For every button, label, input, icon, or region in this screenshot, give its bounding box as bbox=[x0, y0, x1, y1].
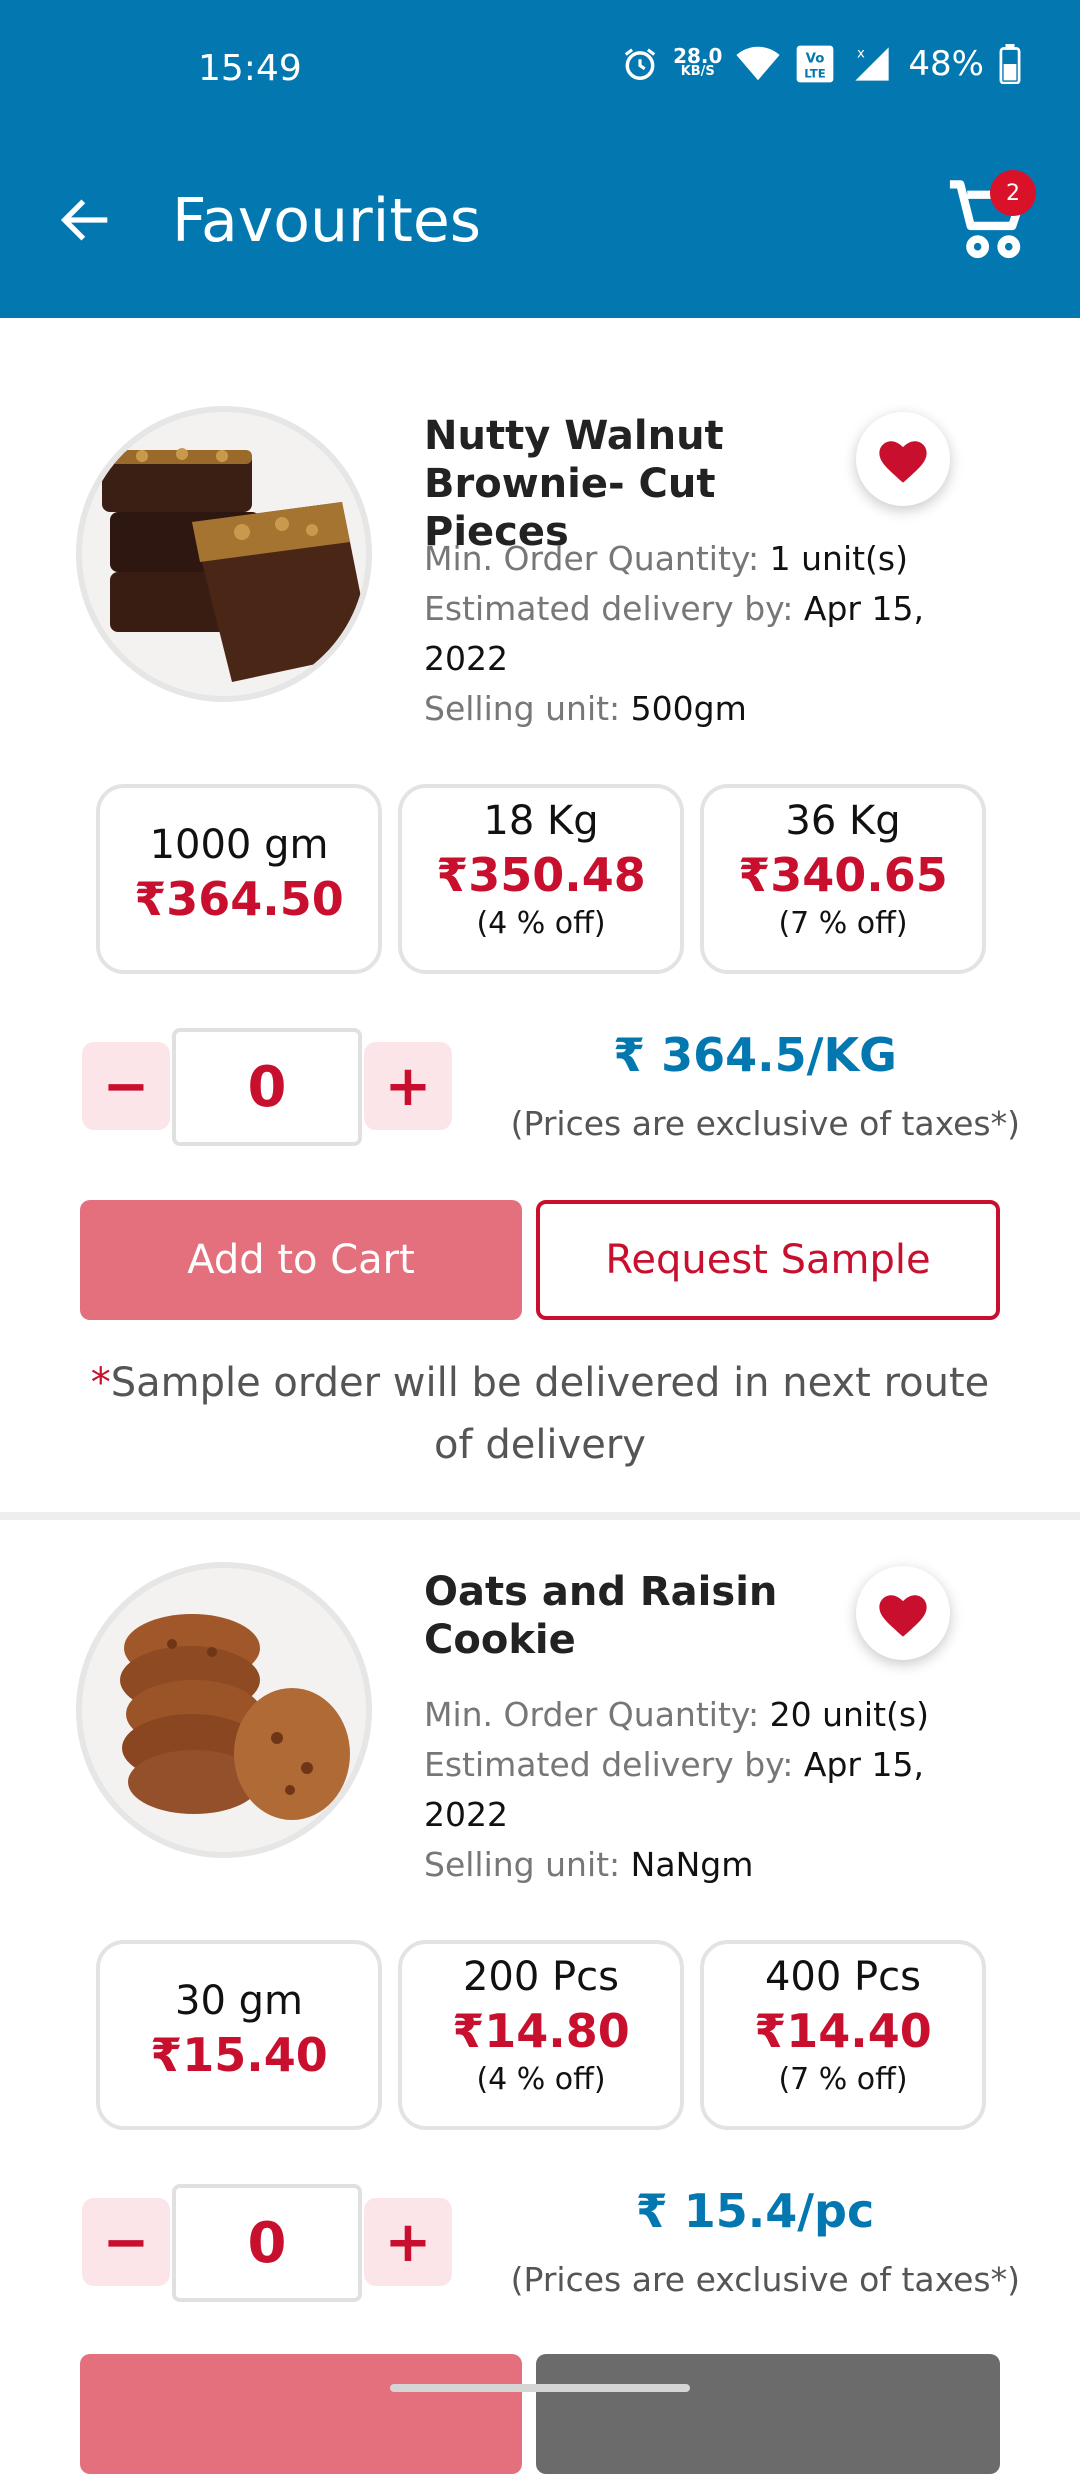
sample-note-text: Sample order will be delivered in next r… bbox=[110, 1360, 990, 1468]
app-bar: Favourites 2 bbox=[0, 140, 1080, 318]
tax-note: (Prices are exclusive of taxes*) bbox=[510, 2260, 1020, 2299]
volte-icon: VoLTE bbox=[797, 45, 834, 83]
product-image bbox=[76, 406, 372, 702]
alarm-icon bbox=[624, 48, 656, 80]
request-sample-button[interactable] bbox=[536, 2354, 1000, 2474]
request-sample-button[interactable]: Request Sample bbox=[536, 1200, 1000, 1320]
quantity-input[interactable]: 0 bbox=[172, 2184, 362, 2302]
selling-unit-row: Selling unit: NaNgm bbox=[424, 1840, 984, 1890]
price-tier[interactable]: 400 Pcs ₹14.40 (7 % off) bbox=[700, 1940, 986, 2130]
wifi-icon bbox=[736, 46, 781, 81]
back-arrow-icon[interactable] bbox=[54, 188, 118, 252]
min-order-value: 1 unit(s) bbox=[769, 539, 908, 578]
tier-price: ₹340.65 bbox=[738, 848, 948, 902]
tier-quantity: 18 Kg bbox=[483, 798, 599, 844]
brownie-image bbox=[102, 448, 366, 682]
favourite-button[interactable] bbox=[856, 1566, 950, 1660]
increment-button[interactable]: + bbox=[364, 1042, 452, 1130]
tier-price: ₹14.40 bbox=[754, 2004, 932, 2058]
tier-quantity: 30 gm bbox=[175, 1978, 303, 2024]
gesture-home-bar[interactable] bbox=[390, 2384, 690, 2392]
add-to-cart-button[interactable]: Add to Cart bbox=[80, 1200, 522, 1320]
selling-unit-value: NaNgm bbox=[630, 1845, 754, 1884]
status-bar: 15:49 28.0 KB/S Vo LTE x 48% bbox=[0, 0, 1080, 140]
tier-discount: (4 % off) bbox=[476, 906, 606, 941]
product-details: Min. Order Quantity: 20 unit(s) Estimate… bbox=[424, 1690, 984, 1890]
selling-unit-label: Selling unit: bbox=[424, 689, 621, 728]
battery-icon bbox=[999, 44, 1021, 84]
tier-quantity: 200 Pcs bbox=[462, 1954, 619, 2000]
product-card: Nutty Walnut Brownie- Cut Pieces Min. Or… bbox=[0, 318, 1080, 1508]
unit-price: ₹ 364.5/KG bbox=[613, 1028, 897, 1082]
card-divider bbox=[0, 1512, 1080, 1520]
product-details: Min. Order Quantity: 1 unit(s) Estimated… bbox=[424, 534, 984, 734]
sample-note: *Sample order will be delivered in next … bbox=[80, 1352, 1000, 1476]
heart-icon bbox=[879, 1595, 927, 1637]
price-tier[interactable]: 30 gm ₹15.40 bbox=[96, 1940, 382, 2130]
tier-discount: (7 % off) bbox=[778, 906, 908, 941]
cookie-image bbox=[120, 1614, 350, 1820]
selling-unit-label: Selling unit: bbox=[424, 1845, 621, 1884]
tier-price: ₹364.50 bbox=[134, 872, 344, 926]
min-order-value: 20 unit(s) bbox=[769, 1695, 929, 1734]
price-tier[interactable]: 200 Pcs ₹14.80 (4 % off) bbox=[398, 1940, 684, 2130]
decrement-button[interactable]: − bbox=[82, 2198, 170, 2286]
tier-quantity: 1000 gm bbox=[149, 822, 329, 868]
tax-note: (Prices are exclusive of taxes*) bbox=[510, 1104, 1020, 1143]
price-tier[interactable]: 18 Kg ₹350.48 (4 % off) bbox=[398, 784, 684, 974]
heart-icon bbox=[879, 441, 927, 483]
svg-text:Vo: Vo bbox=[806, 51, 825, 66]
status-time: 15:49 bbox=[198, 48, 302, 89]
min-order-row: Min. Order Quantity: 20 unit(s) bbox=[424, 1690, 984, 1740]
tier-discount: (7 % off) bbox=[778, 2062, 908, 2097]
signal-icon: x bbox=[855, 46, 890, 81]
favourite-button[interactable] bbox=[856, 412, 950, 506]
delivery-label: Estimated delivery by: bbox=[424, 589, 794, 628]
tier-price: ₹14.80 bbox=[452, 2004, 630, 2058]
add-to-cart-button[interactable] bbox=[80, 2354, 522, 2474]
delivery-label: Estimated delivery by: bbox=[424, 1745, 794, 1784]
tier-quantity: 36 Kg bbox=[785, 798, 901, 844]
battery-percent: 48% bbox=[908, 44, 984, 84]
decrement-button[interactable]: − bbox=[82, 1042, 170, 1130]
price-tier[interactable]: 36 Kg ₹340.65 (7 % off) bbox=[700, 784, 986, 974]
delivery-row: Estimated delivery by: Apr 15, 2022 bbox=[424, 1740, 984, 1840]
min-order-label: Min. Order Quantity: bbox=[424, 1695, 760, 1734]
price-tier[interactable]: 1000 gm ₹364.50 bbox=[96, 784, 382, 974]
asterisk: * bbox=[90, 1360, 111, 1406]
tier-discount: (4 % off) bbox=[476, 2062, 606, 2097]
min-order-label: Min. Order Quantity: bbox=[424, 539, 760, 578]
net-speed: 28.0 KB/S bbox=[673, 44, 723, 80]
svg-text:LTE: LTE bbox=[805, 66, 826, 80]
tier-price: ₹350.48 bbox=[436, 848, 646, 902]
tier-price: ₹15.40 bbox=[150, 2028, 328, 2082]
quantity-input[interactable]: 0 bbox=[172, 1028, 362, 1146]
product-name: Oats and Raisin Cookie bbox=[424, 1569, 778, 1663]
page-title: Favourites bbox=[172, 186, 482, 256]
increment-button[interactable]: + bbox=[364, 2198, 452, 2286]
unit-price: ₹ 15.4/pc bbox=[635, 2184, 875, 2238]
product-image bbox=[76, 1562, 372, 1858]
cart-count-badge: 2 bbox=[990, 170, 1036, 216]
selling-unit-row: Selling unit: 500gm bbox=[424, 684, 984, 734]
status-icons: 28.0 KB/S Vo LTE x 48% bbox=[621, 44, 1022, 84]
tier-quantity: 400 Pcs bbox=[764, 1954, 921, 2000]
net-speed-value: 28.0 bbox=[673, 44, 723, 68]
selling-unit-value: 500gm bbox=[630, 689, 747, 728]
min-order-row: Min. Order Quantity: 1 unit(s) bbox=[424, 534, 984, 584]
product-card: Oats and Raisin Cookie Min. Order Quanti… bbox=[0, 1520, 1080, 2474]
delivery-row: Estimated delivery by: Apr 15, 2022 bbox=[424, 584, 984, 684]
svg-text:x: x bbox=[857, 46, 865, 61]
